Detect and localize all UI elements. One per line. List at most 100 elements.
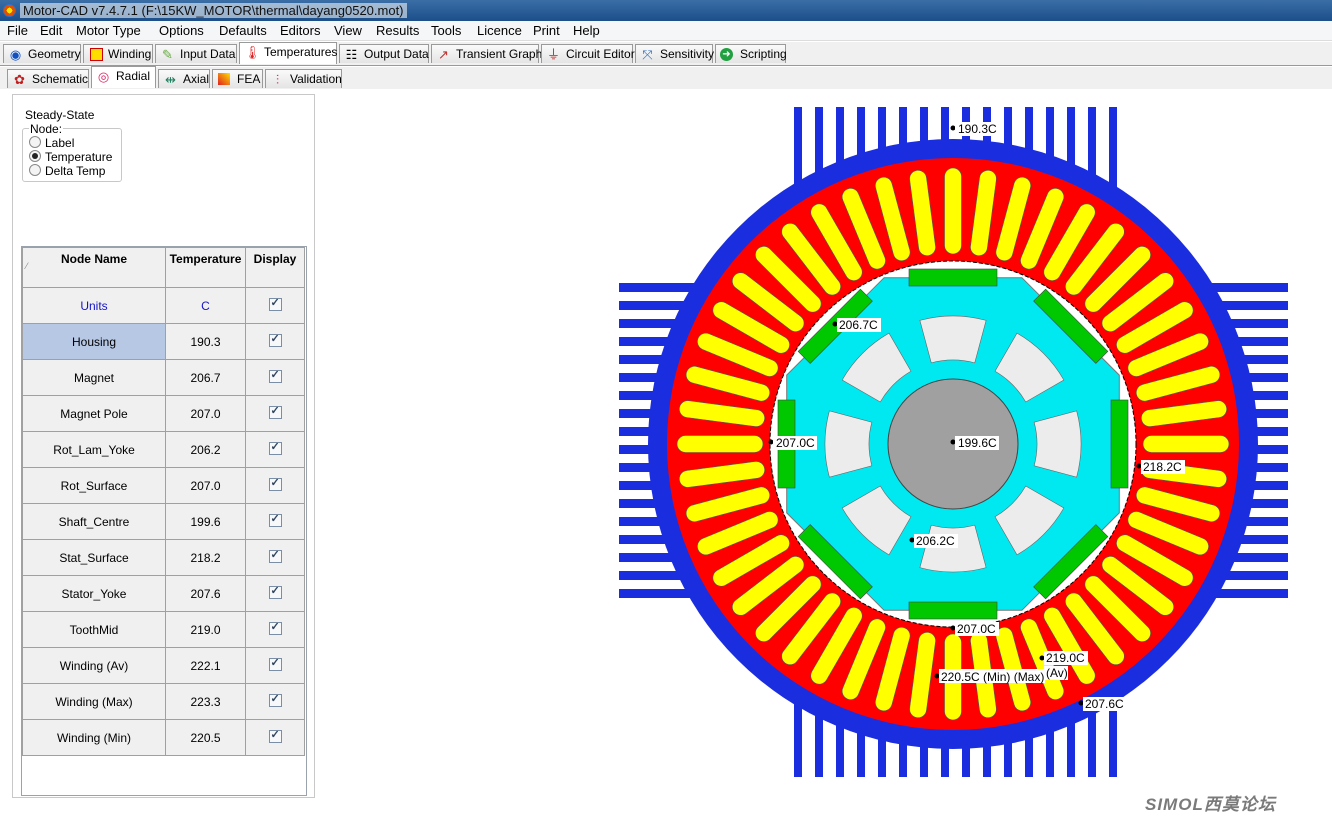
housing-fin [619,409,739,418]
tab-temperatures[interactable]: 🌡 Temperatures [239,42,337,64]
display-checkbox[interactable] [268,404,282,419]
svg-text:190.3C: 190.3C [958,122,997,136]
menu-motor-type[interactable]: Motor Type [76,23,141,38]
display-checkbox[interactable] [268,548,282,563]
winding-slot [970,169,997,256]
table-row[interactable]: Housing 190.3 [22,323,305,360]
table-row[interactable]: Winding (Min) 220.5 [22,719,305,756]
tab-radial[interactable]: ◎ Radial [91,66,156,88]
menu-help[interactable]: Help [573,23,600,38]
col-temperature[interactable]: Temperature [165,247,246,288]
menu-view[interactable]: View [334,23,362,38]
table-row[interactable]: Shaft_Centre 199.6 [22,503,305,540]
menu-defaults[interactable]: Defaults [219,23,267,38]
menu-options[interactable]: Options [159,23,204,38]
display-checkbox[interactable] [268,512,282,527]
input-data-icon: ✎ [162,47,173,62]
housing-fin [920,660,928,777]
main-tab-bar: ◉ Geometry Winding ✎ Input Data 🌡 Temperatu… [0,42,1332,66]
rotor-pocket [841,485,912,556]
winding-slot [944,633,962,721]
table-row[interactable]: Winding (Av) 222.1 [22,647,305,684]
winding-slot [697,511,779,556]
display-checkbox[interactable] [268,332,282,347]
menu-tools[interactable]: Tools [431,23,461,38]
tab-transient-graph[interactable]: ↗ Transient Graph [431,44,542,63]
menu-print[interactable]: Print [533,23,560,38]
node-temp: 219.0 [165,611,246,648]
tab-circuit-editor[interactable]: ⏚ Circuit Editor [541,44,635,63]
menu-edit[interactable]: Edit [40,23,62,38]
tab-sensitivity[interactable]: ⤧ Sensitivity [635,44,714,63]
node-label-winding-av: (Av) [1044,666,1068,680]
winding-slot [1127,511,1209,556]
node-temp: 220.5 [165,719,246,756]
display-checkbox[interactable] [268,584,282,599]
menu-licence[interactable]: Licence [477,23,522,38]
menu-file[interactable]: File [7,23,28,38]
table-row[interactable]: Rot_Surface 207.0 [22,467,305,504]
housing-fin [1168,553,1288,562]
tab-axial[interactable]: ⇹ Axial [158,69,210,88]
tab-schematic[interactable]: ✿ Schematic [7,69,89,88]
winding-slot [1101,556,1175,616]
display-checkbox[interactable] [268,476,282,491]
tab-input-data[interactable]: ✎ Input Data [155,44,237,63]
display-checkbox[interactable] [268,620,282,635]
housing-fin [619,571,739,580]
display-checkbox[interactable] [268,656,282,671]
radio-delta-temp[interactable]: Delta Temp [29,164,105,178]
winding-slot [678,400,765,427]
table-row[interactable]: Winding (Max) 223.3 [22,683,305,720]
tab-fea[interactable]: FEA [212,69,263,88]
schematic-icon: ✿ [14,72,25,87]
node-temp: 199.6 [165,503,246,540]
radio-temperature[interactable]: Temperature [29,150,112,164]
node-name: Rot_Lam_Yoke [22,431,166,468]
tab-validation[interactable]: ⫶ Validation [265,69,342,88]
air-gap [769,260,1137,628]
winding-slot [685,486,771,523]
housing-fin [1046,107,1054,227]
display-checkbox[interactable] [268,728,282,743]
housing-fin [794,107,802,227]
menu-results[interactable]: Results [376,23,419,38]
housing-fin [1025,107,1033,227]
housing-fin [1168,589,1288,598]
winding-slot [1135,486,1221,523]
winding-slot [1065,222,1125,296]
table-row[interactable]: Stator_Yoke 207.6 [22,575,305,612]
col-node-name[interactable]: ⁄ Node Name [22,247,166,288]
table-row[interactable]: Magnet 206.7 [22,359,305,396]
table-row[interactable]: Rot_Lam_Yoke 206.2 [22,431,305,468]
node-name: Stator_Yoke [22,575,166,612]
display-checkbox[interactable] [268,368,282,383]
tab-scripting[interactable]: ➜ Scripting [715,44,787,63]
menu-bar: File Edit Motor Type Options Defaults Ed… [0,21,1332,41]
table-row[interactable]: Stat_Surface 218.2 [22,539,305,576]
tab-geometry[interactable]: ◉ Geometry [3,44,81,63]
node-name: Winding (Min) [22,719,166,756]
stator-windings [676,167,1230,721]
winding-slot [810,607,863,685]
radial-icon: ◎ [97,69,110,84]
housing-fin [619,589,739,598]
menu-editors[interactable]: Editors [280,23,320,38]
col-display[interactable]: Display [245,247,305,288]
display-checkbox[interactable] [268,296,282,311]
node-name: Magnet Pole [22,395,166,432]
winding-slot [1084,575,1151,642]
shaft [887,378,1019,510]
radio-label[interactable]: Label [29,136,74,150]
tab-winding[interactable]: Winding [83,44,153,63]
tab-output-data[interactable]: ☷ Output Data [339,44,429,63]
node-temp: 206.2 [165,431,246,468]
display-checkbox[interactable] [268,692,282,707]
table-row[interactable]: ToothMid 219.0 [22,611,305,648]
node-name: Magnet [22,359,166,396]
housing-fin [878,660,886,777]
display-checkbox[interactable] [268,440,282,455]
housing-fins [619,107,1288,777]
node-label-stator-yoke: 207.6C [1078,697,1127,711]
table-row[interactable]: Magnet Pole 207.0 [22,395,305,432]
